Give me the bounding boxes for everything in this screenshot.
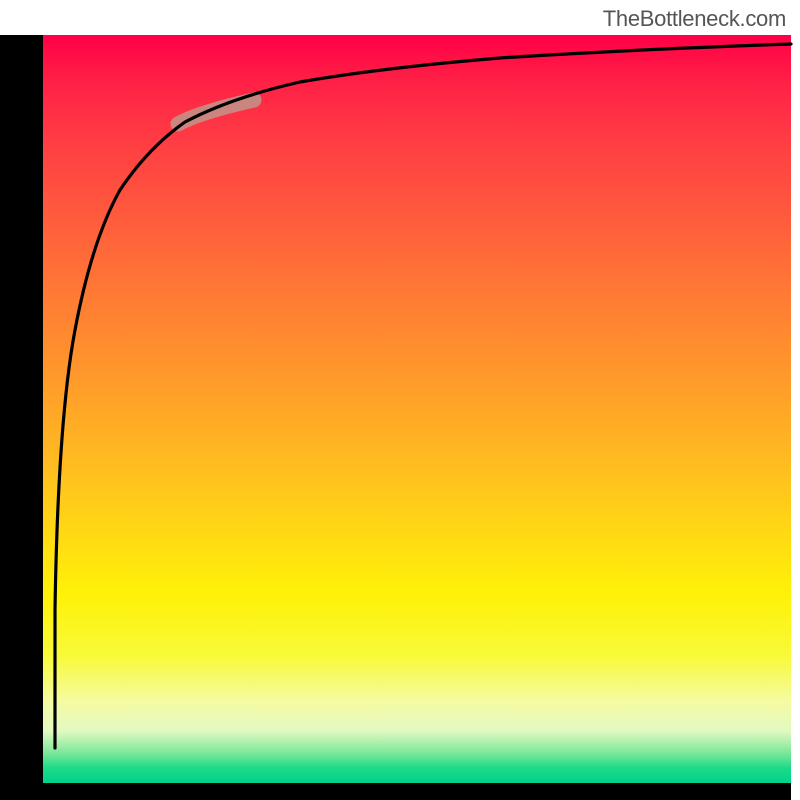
performance-curve <box>55 44 791 748</box>
chart-svg <box>0 0 800 800</box>
watermark-text: TheBottleneck.com <box>603 6 786 32</box>
chart-container <box>0 0 800 800</box>
